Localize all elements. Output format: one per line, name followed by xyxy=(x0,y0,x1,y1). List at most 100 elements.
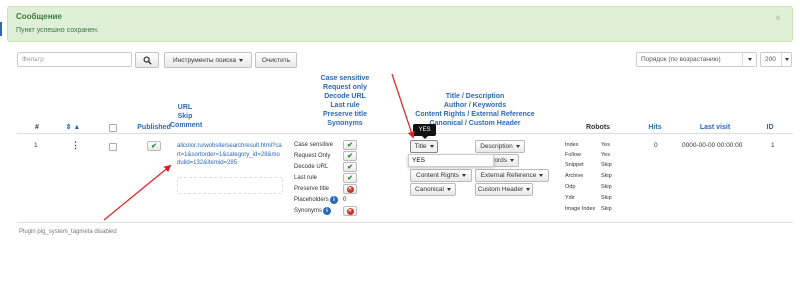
placeholders-count: 0 xyxy=(343,197,347,203)
limit-select[interactable]: 200 xyxy=(760,52,792,67)
column-number: # xyxy=(35,124,39,131)
search-button[interactable] xyxy=(135,52,159,68)
robots-snippet-value: Skip xyxy=(601,162,612,168)
robots-archive-label: Archive xyxy=(565,173,584,179)
option-case-sensitive-label: Case sensitive xyxy=(294,142,334,148)
content-rights-button-label: Content Rights xyxy=(416,172,459,179)
request-only-toggle[interactable]: ✔ xyxy=(343,151,357,161)
caret-down-icon xyxy=(526,188,531,191)
caret-down-icon xyxy=(510,159,514,162)
content-rights-button[interactable]: Content Rights xyxy=(410,169,472,182)
column-id[interactable]: ID xyxy=(760,123,780,132)
column-preserve-title[interactable]: Preserve title xyxy=(300,110,390,119)
chevron-down-icon xyxy=(742,53,756,66)
column-comment[interactable]: Comment xyxy=(170,121,220,130)
caret-down-icon xyxy=(515,145,520,148)
column-last-rule[interactable]: Last rule xyxy=(300,101,390,110)
chevron-down-icon xyxy=(781,53,791,66)
column-case-sensitive[interactable]: Case sensitive xyxy=(300,74,390,83)
custom-header-button-label: Custom Header xyxy=(477,186,524,193)
option-decode-url-label: Decode URL xyxy=(294,164,329,170)
column-synonyms[interactable]: Synonyms xyxy=(300,119,390,128)
description-button[interactable]: Description xyxy=(475,140,525,153)
robots-odp-value: Skip xyxy=(601,184,612,190)
clear-button[interactable]: Очистить xyxy=(255,52,297,68)
column-decode-url[interactable]: Decode URL xyxy=(300,92,390,101)
option-placeholders-label: Placeholders xyxy=(294,197,329,203)
caret-down-icon xyxy=(446,188,451,191)
info-icon[interactable]: i xyxy=(323,207,331,215)
option-request-only-label: Request Only xyxy=(294,153,331,159)
column-request-only[interactable]: Request only xyxy=(300,83,390,92)
success-alert: Сообщение Пункт успешно сохранен. × xyxy=(7,6,793,42)
caret-down-icon xyxy=(238,58,243,62)
option-synonyms-label: Synonyms xyxy=(294,208,323,214)
filter-input[interactable] xyxy=(17,52,132,67)
option-preserve-title-label: Preserve title xyxy=(294,186,330,192)
column-content-rights-external[interactable]: Content Rights / External Reference xyxy=(410,110,540,119)
column-published[interactable]: Published xyxy=(134,123,174,132)
robots-index-value: Yes xyxy=(601,142,610,148)
arrow-to-url xyxy=(103,164,172,221)
robots-odp-label: Odp xyxy=(565,184,576,190)
robots-index-label: Index xyxy=(565,142,579,148)
robots-archive-value: Skip xyxy=(601,173,612,179)
column-skip[interactable]: Skip xyxy=(170,112,200,121)
title-tooltip: YES xyxy=(413,124,436,139)
checkmark-icon: ✔ xyxy=(347,174,353,182)
title-input[interactable] xyxy=(408,154,494,167)
canonical-button-label: Canonical xyxy=(415,186,444,193)
robots-ydir-label: Ydir xyxy=(565,195,575,201)
row-divider xyxy=(17,222,793,223)
checkmark-icon: ✔ xyxy=(347,152,353,160)
row-id: 1 xyxy=(771,142,775,149)
caret-down-icon xyxy=(539,174,544,177)
close-icon[interactable]: × xyxy=(775,13,781,24)
column-author-keywords[interactable]: Author / Keywords xyxy=(410,101,540,110)
title-button[interactable]: Title xyxy=(410,140,438,153)
last-rule-toggle[interactable]: ✔ xyxy=(343,173,357,183)
column-url[interactable]: URL xyxy=(170,103,200,112)
column-robots: Robots xyxy=(585,124,611,131)
row-last-visit: 0000-00-00 00:00:00 xyxy=(682,142,743,149)
checkmark-icon: ✔ xyxy=(347,141,353,149)
caret-down-icon xyxy=(429,145,434,148)
row-number: 1 xyxy=(34,142,38,149)
robots-snippet-label: Snippet xyxy=(565,162,584,168)
column-last-visit[interactable]: Last visit xyxy=(690,123,740,132)
drag-handle-icon[interactable]: ⋮ xyxy=(71,140,80,151)
row-hits: 0 xyxy=(654,142,658,149)
robots-image-index-label: Image Index xyxy=(565,206,596,212)
sort-ordering-icon[interactable]: ⇕ ▲ xyxy=(65,123,81,132)
search-tools-label: Инструменты поиска xyxy=(173,56,236,64)
robots-image-index-value: Skip xyxy=(601,206,612,212)
url-link[interactable]: allcolor.ru/wobsite/searchresult.html?ca… xyxy=(177,142,282,168)
comment-field[interactable] xyxy=(177,177,283,194)
order-select-value: Порядок (по возрастанию) xyxy=(641,56,721,63)
search-tools-button[interactable]: Инструменты поиска xyxy=(164,52,252,68)
custom-header-button[interactable]: Custom Header xyxy=(475,183,533,196)
order-select[interactable]: Порядок (по возрастанию) xyxy=(636,52,757,67)
preserve-title-toggle[interactable]: ✕ xyxy=(343,184,357,194)
canonical-button[interactable]: Canonical xyxy=(410,183,456,196)
column-hits[interactable]: Hits xyxy=(640,123,670,132)
select-all-checkbox[interactable] xyxy=(109,124,117,132)
case-sensitive-toggle[interactable]: ✔ xyxy=(343,140,357,150)
robots-ydir-value: Skip xyxy=(601,195,612,201)
checkmark-icon: ✔ xyxy=(151,142,157,150)
plugin-note: Plugin plg_system_tagmeta disabled xyxy=(19,229,117,235)
checkmark-icon: ✔ xyxy=(347,163,353,171)
limit-select-value: 200 xyxy=(765,56,776,63)
row-checkbox[interactable] xyxy=(109,143,117,151)
external-reference-button[interactable]: External Reference xyxy=(475,169,549,182)
robots-follow-label: Follow xyxy=(565,152,581,158)
caret-down-icon xyxy=(462,174,466,177)
decode-url-toggle[interactable]: ✔ xyxy=(343,162,357,172)
left-accent-bar xyxy=(0,22,2,36)
close-icon: ✕ xyxy=(346,207,354,215)
synonyms-toggle[interactable]: ✕ xyxy=(343,206,357,216)
info-icon[interactable]: i xyxy=(330,196,338,204)
external-reference-button-label: External Reference xyxy=(480,172,537,179)
column-title-description[interactable]: Title / Description xyxy=(410,92,540,101)
published-toggle[interactable]: ✔ xyxy=(147,141,161,151)
